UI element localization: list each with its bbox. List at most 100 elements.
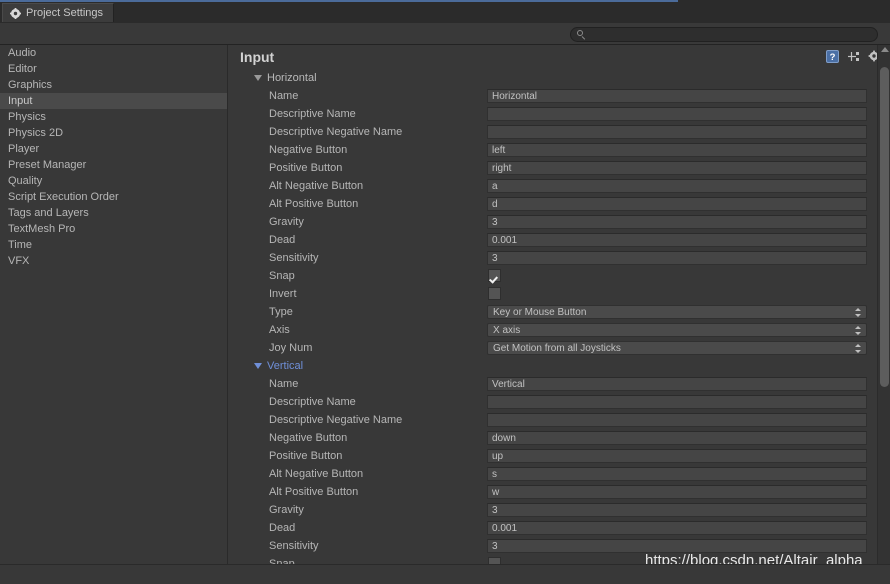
sidebar-item-vfx[interactable]: VFX [0,253,227,269]
dropdown-field[interactable]: Key or Mouse Button [487,305,867,319]
sidebar-item-preset-manager[interactable]: Preset Manager [0,157,227,173]
tab-project-settings[interactable]: Project Settings [2,3,115,22]
sidebar-item-graphics[interactable]: Graphics [0,77,227,93]
search-input[interactable] [590,29,860,40]
property-row: Negative Button left [229,141,890,159]
dropdown-value: Get Motion from all Joysticks [493,342,621,354]
checkbox[interactable] [488,269,501,282]
sidebar-item-textmesh-pro[interactable]: TextMesh Pro [0,221,227,237]
property-row: Alt Positive Button w [229,483,890,501]
property-label: Sensitivity [269,540,319,552]
text-field[interactable] [487,395,867,409]
text-field[interactable] [487,413,867,427]
property-row: Dead 0.001 [229,231,890,249]
sidebar-item-quality[interactable]: Quality [0,173,227,189]
text-field[interactable]: Horizontal [487,89,867,103]
property-row: Snap [229,267,890,285]
property-label: Negative Button [269,144,348,156]
sidebar-item-script-execution-order[interactable]: Script Execution Order [0,189,227,205]
sidebar-item-tags-and-layers[interactable]: Tags and Layers [0,205,227,221]
text-field[interactable]: s [487,467,867,481]
sidebar-item-physics[interactable]: Physics [0,109,227,125]
foldout-label: Horizontal [267,72,317,84]
text-field[interactable]: a [487,179,867,193]
sidebar-item-input[interactable]: Input [0,93,227,109]
tab-bar: Project Settings [0,2,890,23]
sidebar-item-player[interactable]: Player [0,141,227,157]
text-field[interactable]: right [487,161,867,175]
property-row: Descriptive Name [229,105,890,123]
text-field[interactable]: Vertical [487,377,867,391]
text-field[interactable] [487,125,867,139]
property-row: Invert [229,285,890,303]
scroll-up-arrow-icon[interactable] [881,47,889,52]
sidebar-item-label: Editor [8,63,37,75]
chevron-updown-icon [855,344,862,353]
settings-category-list: Audio Editor Graphics Input Physics Physics 2… [0,45,228,564]
scrollbar-thumb[interactable] [880,67,889,387]
text-field[interactable]: down [487,431,867,445]
property-label: Descriptive Negative Name [269,126,403,138]
text-field[interactable] [487,107,867,121]
text-field[interactable]: 3 [487,539,867,553]
property-label: Positive Button [269,450,343,462]
panel-header: Input ? [229,45,890,69]
property-row: Alt Negative Button a [229,177,890,195]
property-label: Name [269,378,299,390]
sidebar-item-physics-2d[interactable]: Physics 2D [0,125,227,141]
text-field[interactable]: 0.001 [487,233,867,247]
property-row: Positive Button right [229,159,890,177]
checkbox[interactable] [488,287,501,300]
sidebar-item-time[interactable]: Time [0,237,227,253]
sidebar-item-editor[interactable]: Editor [0,61,227,77]
text-field[interactable]: 3 [487,251,867,265]
property-label: Snap [269,270,295,282]
text-field[interactable]: up [487,449,867,463]
triangle-down-icon[interactable] [254,75,262,81]
checkbox[interactable] [488,557,501,564]
property-row: Axis X axis [229,321,890,339]
text-field[interactable]: d [487,197,867,211]
foldout-row: Horizontal [229,69,890,87]
text-field[interactable]: 3 [487,503,867,517]
property-row: Sensitivity 3 [229,537,890,555]
preset-icon[interactable] [847,50,860,68]
property-row: Negative Button down [229,429,890,447]
sidebar-item-label: Script Execution Order [8,191,119,203]
dropdown-field[interactable]: X axis [487,323,867,337]
sidebar-item-label: Graphics [8,79,53,91]
property-row: Gravity 3 [229,213,890,231]
property-row: Dead 0.001 [229,519,890,537]
property-label: Type [269,306,293,318]
page-title: Input [240,49,275,65]
property-label: Dead [269,522,296,534]
dropdown-value: Key or Mouse Button [493,306,587,318]
sidebar-item-label: Physics 2D [8,127,64,139]
property-label: Dead [269,234,296,246]
sidebar-item-label: Tags and Layers [8,207,89,219]
property-label: Alt Negative Button [269,468,364,480]
property-label: Descriptive Negative Name [269,414,403,426]
toolbar [0,23,890,45]
vertical-scrollbar[interactable] [877,45,890,564]
sidebar-item-label: Time [8,239,33,251]
text-field[interactable]: left [487,143,867,157]
foldout-label: Vertical [267,360,304,372]
property-label: Alt Negative Button [269,180,364,192]
text-field[interactable]: 0.001 [487,521,867,535]
project-settings-window: Project Settings Audio Editor Graphics Inpu… [0,0,890,584]
sidebar-item-label: Input [8,95,33,107]
triangle-down-icon[interactable] [254,363,262,369]
foldout-horizontal[interactable]: Horizontal [254,69,317,87]
dropdown-field[interactable]: Get Motion from all Joysticks [487,341,867,355]
text-field[interactable]: 3 [487,215,867,229]
sidebar-item-audio[interactable]: Audio [0,45,227,61]
foldout-vertical[interactable]: Vertical [254,357,303,375]
property-row: Positive Button up [229,447,890,465]
text-field[interactable]: w [487,485,867,499]
property-label: Negative Button [269,432,348,444]
property-row: Joy Num Get Motion from all Joysticks [229,339,890,357]
property-label: Positive Button [269,162,343,174]
search-field[interactable] [570,27,878,42]
help-icon[interactable]: ? [826,50,839,68]
